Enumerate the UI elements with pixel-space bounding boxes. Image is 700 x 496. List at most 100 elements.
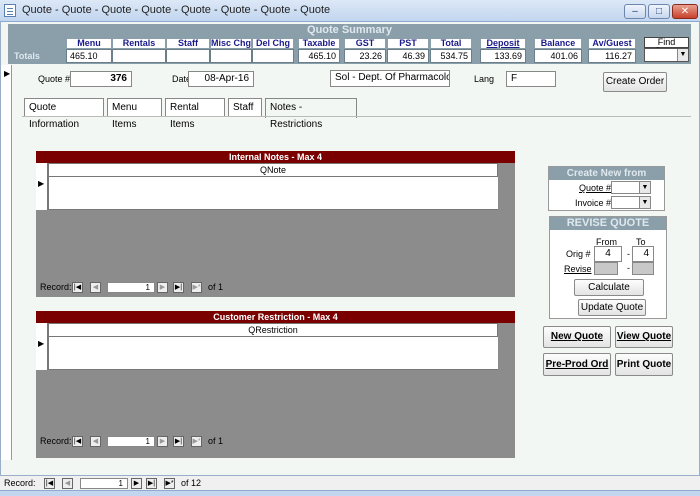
create-invoice-label: Invoice # <box>575 198 612 208</box>
new-record-icon[interactable]: ▶* <box>191 436 202 447</box>
row-selector[interactable]: ▶ <box>36 163 48 210</box>
new-quote-button[interactable]: New Quote <box>543 326 611 348</box>
summary-col-value[interactable]: 23.26 <box>344 49 386 63</box>
view-quote-button[interactable]: View Quote <box>615 326 673 348</box>
calculate-button[interactable]: Calculate <box>574 279 644 296</box>
summary-col-header: Deposit <box>480 38 526 49</box>
summary-col-header: Del Chg <box>252 38 294 49</box>
create-quote-label: Quote # <box>579 183 611 193</box>
summary-col-av-guest: Av/Guest 116.27 <box>588 38 636 63</box>
qrestriction-column-header: QRestriction <box>48 323 498 337</box>
summary-col-value[interactable] <box>166 49 210 63</box>
summary-col-value[interactable]: 534.75 <box>430 49 472 63</box>
minimize-button[interactable]: – <box>624 4 646 19</box>
new-record-icon[interactable]: ▶* <box>164 478 175 489</box>
summary-col-rentals: Rentals <box>112 38 166 63</box>
record-count: of 1 <box>208 282 224 292</box>
chevron-down-icon[interactable]: ▼ <box>639 182 650 193</box>
chevron-down-icon[interactable]: ▼ <box>639 197 650 208</box>
pre-prod-label: Pre-Prod Ord <box>545 359 609 370</box>
summary-col-gst: GST 23.26 <box>344 38 386 63</box>
orig-label: Orig # <box>566 249 591 259</box>
summary-col-menu: Menu 465.10 <box>66 38 112 63</box>
summary-col-total: Total 534.75 <box>430 38 472 63</box>
prev-record-icon[interactable]: ◀ <box>62 478 73 489</box>
record-label: Record: <box>40 282 72 292</box>
maximize-button[interactable]: □ <box>648 4 670 19</box>
dash-label: - <box>627 249 630 259</box>
summary-col-header: Balance <box>534 38 582 49</box>
row-selector[interactable]: ▶ <box>36 323 48 370</box>
tab-notes-restrictions[interactable]: Notes - Restrictions <box>265 98 357 130</box>
lang-field[interactable]: F <box>506 71 556 87</box>
summary-col-header: Av/Guest <box>588 38 636 49</box>
summary-col-pst: PST 46.39 <box>387 38 429 63</box>
summary-col-value[interactable] <box>112 49 166 63</box>
record-number-field[interactable]: 1 <box>107 436 155 447</box>
view-quote-label: View Quote <box>616 331 672 342</box>
record-number-field[interactable]: 1 <box>107 282 155 293</box>
chevron-down-icon[interactable]: ▼ <box>677 49 688 61</box>
revise-from-field[interactable] <box>594 262 618 275</box>
totals-label: Totals <box>14 51 40 61</box>
revise-to-field[interactable] <box>632 262 654 275</box>
qnote-row[interactable] <box>48 177 498 210</box>
summary-col-value[interactable] <box>210 49 252 63</box>
summary-col-value[interactable] <box>252 49 294 63</box>
record-label: Record: <box>40 436 72 446</box>
orig-from-field[interactable]: 4 <box>594 246 622 262</box>
create-order-button[interactable]: Create Order <box>603 72 667 92</box>
window-bottom-edge <box>0 490 700 496</box>
create-new-title: Create New from <box>549 167 664 180</box>
find-quote-label: Find Quote <box>644 37 689 56</box>
create-new-panel: Create New from Quote # ▼ Invoice # ▼ <box>548 166 665 211</box>
orig-to-field[interactable]: 4 <box>632 246 654 262</box>
last-record-icon[interactable]: ▶| <box>173 436 184 447</box>
next-record-icon[interactable]: ▶ <box>157 436 168 447</box>
tab-staff[interactable]: Staff <box>228 98 262 117</box>
qrestriction-row[interactable] <box>48 337 498 370</box>
summary-col-value[interactable]: 465.10 <box>66 49 112 63</box>
new-record-icon[interactable]: ▶* <box>191 282 202 293</box>
date-field[interactable]: 08-Apr-16 <box>188 71 254 87</box>
prev-record-icon[interactable]: ◀ <box>90 436 101 447</box>
title-bar: Quote - Quote - Quote - Quote - Quote - … <box>0 0 700 22</box>
next-record-icon[interactable]: ▶ <box>157 282 168 293</box>
first-record-icon[interactable]: |◀ <box>44 478 55 489</box>
department-field[interactable]: Sol - Dept. Of Pharmacolog <box>330 70 450 87</box>
status-bar: Record: |◀ ◀ 1 ▶ ▶| ▶* of 12 <box>0 475 700 490</box>
tab-label: Staff <box>233 102 254 113</box>
summary-col-value[interactable]: 401.06 <box>534 49 582 63</box>
prev-record-icon[interactable]: ◀ <box>90 282 101 293</box>
first-record-icon[interactable]: |◀ <box>72 282 83 293</box>
revise-label-text: Revise <box>564 264 592 274</box>
summary-col-value[interactable]: 116.27 <box>588 49 636 63</box>
tab-quote-information[interactable]: Quote Information <box>24 98 104 130</box>
summary-col-value[interactable]: 46.39 <box>387 49 429 63</box>
summary-col-value[interactable]: 465.10 <box>298 49 340 63</box>
next-record-icon[interactable]: ▶ <box>131 478 142 489</box>
create-invoice-dropdown[interactable]: ▼ <box>611 196 651 209</box>
tab-rental-items[interactable]: Rental Items <box>165 98 225 130</box>
summary-col-header: Menu <box>66 38 112 49</box>
record-selector[interactable]: ▶ <box>1 65 12 460</box>
last-record-icon[interactable]: ▶| <box>146 478 157 489</box>
summary-col-value[interactable]: 133.69 <box>480 49 526 63</box>
print-quote-button[interactable]: Print Quote <box>615 353 673 376</box>
summary-col-misc-chg: Misc Chg <box>210 38 252 63</box>
record-number-field[interactable]: 1 <box>80 478 128 489</box>
summary-col-del-chg: Del Chg <box>252 38 294 63</box>
update-quote-button[interactable]: Update Quote <box>578 299 646 316</box>
dash-label: - <box>627 263 630 273</box>
pre-prod-order-button[interactable]: Pre-Prod Ord <box>543 353 611 376</box>
summary-col-taxable: Taxable 465.10 <box>298 38 340 63</box>
create-quote-dropdown[interactable]: ▼ <box>611 181 651 194</box>
tab-menu-items[interactable]: Menu Items <box>107 98 162 130</box>
close-button[interactable]: ✕ <box>672 4 698 19</box>
summary-col-balance: Balance 401.06 <box>534 38 582 63</box>
quote-number-field[interactable]: 376 <box>70 71 132 87</box>
first-record-icon[interactable]: |◀ <box>72 436 83 447</box>
last-record-icon[interactable]: ▶| <box>173 282 184 293</box>
lang-label: Lang <box>474 74 495 84</box>
find-quote-dropdown[interactable]: ▼ <box>644 48 689 62</box>
